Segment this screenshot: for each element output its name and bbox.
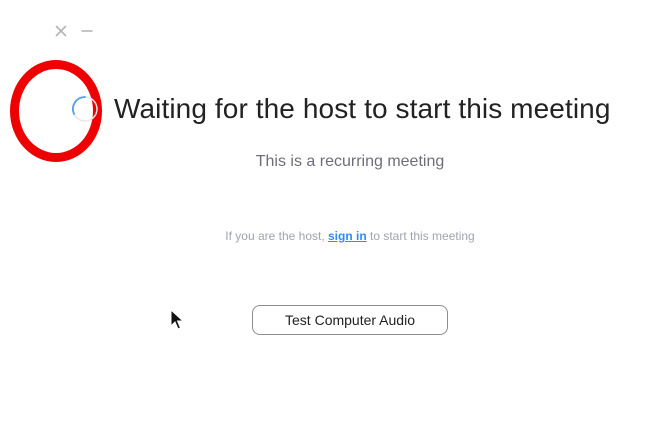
page-title: Waiting for the host to start this meeti… [114,93,611,124]
host-sign-in-prompt: If you are the host, sign in to start th… [0,229,655,243]
minimize-icon[interactable] [80,24,94,38]
loading-spinner-icon [72,96,98,122]
test-computer-audio-button[interactable]: Test Computer Audio [252,305,448,335]
mouse-cursor-icon [170,309,184,330]
host-prompt-prefix: If you are the host, [225,229,328,243]
host-prompt-suffix: to start this meeting [366,229,475,243]
sign-in-link[interactable]: sign in [328,229,367,243]
recurring-meeting-text: This is a recurring meeting [255,153,445,170]
close-icon[interactable] [54,24,68,38]
window-controls [54,24,94,38]
waiting-room-window: Waiting for the host to start this meeti… [0,0,655,423]
